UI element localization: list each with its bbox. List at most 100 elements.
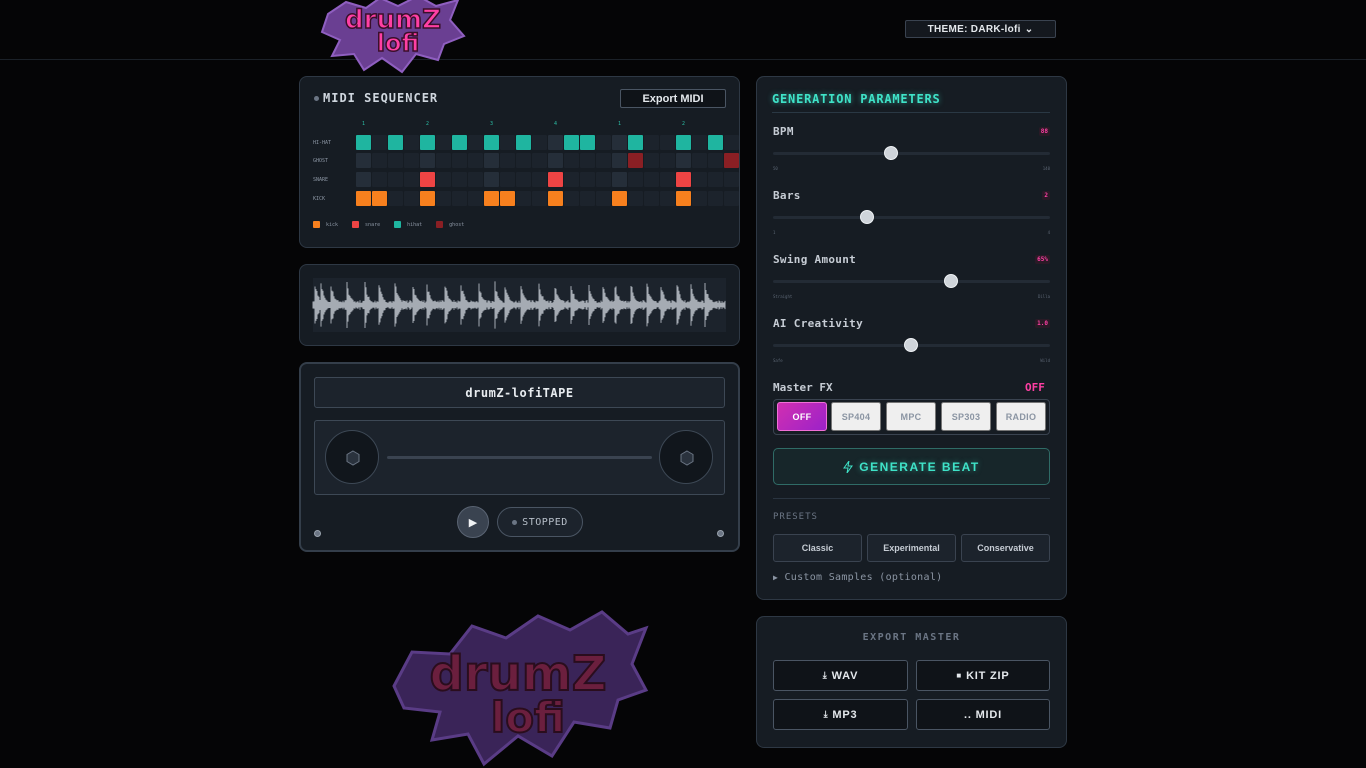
step-cell[interactable] [612, 153, 627, 168]
play-button[interactable]: ▶ [457, 506, 489, 538]
step-cell[interactable] [564, 172, 579, 187]
step-cell[interactable] [500, 191, 515, 206]
step-cell[interactable] [436, 172, 451, 187]
step-cell[interactable] [484, 135, 499, 150]
step-cell[interactable] [356, 153, 371, 168]
step-cell[interactable] [516, 135, 531, 150]
creativity-slider-thumb[interactable] [904, 338, 918, 352]
step-cell[interactable] [356, 172, 371, 187]
step-cell[interactable] [660, 191, 675, 206]
step-cell[interactable] [388, 172, 403, 187]
step-cell[interactable] [548, 191, 563, 206]
step-cell[interactable] [420, 135, 435, 150]
step-cell[interactable] [468, 172, 483, 187]
step-cell[interactable] [660, 135, 675, 150]
step-cell[interactable] [612, 172, 627, 187]
step-cell[interactable] [484, 191, 499, 206]
step-cell[interactable] [596, 172, 611, 187]
step-cell[interactable] [612, 191, 627, 206]
step-cell[interactable] [516, 191, 531, 206]
step-cell[interactable] [468, 135, 483, 150]
step-cell[interactable] [676, 135, 691, 150]
step-cell[interactable] [452, 135, 467, 150]
step-cell[interactable] [516, 153, 531, 168]
step-cell[interactable] [580, 172, 595, 187]
step-cell[interactable] [644, 135, 659, 150]
swing-slider[interactable] [773, 280, 1050, 283]
export-midi-file-button[interactable]: .. MIDI [916, 699, 1050, 730]
fx-option-radio[interactable]: RADIO [996, 402, 1046, 431]
step-cell[interactable] [452, 191, 467, 206]
bpm-slider-thumb[interactable] [884, 146, 898, 160]
step-cell[interactable] [596, 191, 611, 206]
step-cell[interactable] [372, 135, 387, 150]
step-cell[interactable] [436, 153, 451, 168]
step-cell[interactable] [372, 153, 387, 168]
step-cell[interactable] [436, 191, 451, 206]
step-cell[interactable] [420, 191, 435, 206]
step-cell[interactable] [548, 172, 563, 187]
step-cell[interactable] [532, 172, 547, 187]
step-cell[interactable] [404, 153, 419, 168]
step-cell[interactable] [372, 191, 387, 206]
step-cell[interactable] [692, 135, 707, 150]
step-cell[interactable] [676, 153, 691, 168]
step-cell[interactable] [452, 172, 467, 187]
step-cell[interactable] [452, 153, 467, 168]
step-cell[interactable] [692, 191, 707, 206]
fx-option-sp303[interactable]: SP303 [941, 402, 991, 431]
theme-dropdown[interactable]: THEME: DARK-lofi ⌄ [905, 20, 1056, 38]
step-cell[interactable] [548, 135, 563, 150]
fx-option-mpc[interactable]: MPC [886, 402, 936, 431]
step-cell[interactable] [468, 153, 483, 168]
step-cell[interactable] [468, 191, 483, 206]
preset-experimental-button[interactable]: Experimental [867, 534, 956, 562]
step-cell[interactable] [628, 135, 643, 150]
step-cell[interactable] [484, 172, 499, 187]
step-cell[interactable] [500, 153, 515, 168]
step-cell[interactable] [596, 153, 611, 168]
step-cell[interactable] [724, 191, 739, 206]
step-cell[interactable] [676, 191, 691, 206]
swing-slider-thumb[interactable] [944, 274, 958, 288]
bars-slider[interactable] [773, 216, 1050, 219]
step-cell[interactable] [580, 153, 595, 168]
custom-samples-toggle[interactable]: ▶ Custom Samples (optional) [773, 572, 942, 583]
step-cell[interactable] [724, 153, 739, 168]
step-cell[interactable] [372, 172, 387, 187]
step-cell[interactable] [628, 172, 643, 187]
step-cell[interactable] [356, 135, 371, 150]
export-wav-button[interactable]: ⤓ WAV [773, 660, 908, 691]
export-midi-button[interactable]: Export MIDI [620, 89, 726, 108]
step-cell[interactable] [708, 191, 723, 206]
step-cell[interactable] [532, 135, 547, 150]
step-cell[interactable] [644, 172, 659, 187]
step-cell[interactable] [596, 135, 611, 150]
preset-conservative-button[interactable]: Conservative [961, 534, 1050, 562]
step-cell[interactable] [388, 153, 403, 168]
step-cell[interactable] [404, 191, 419, 206]
step-cell[interactable] [724, 135, 739, 150]
step-cell[interactable] [612, 135, 627, 150]
step-cell[interactable] [628, 191, 643, 206]
fx-option-sp404[interactable]: SP404 [831, 402, 881, 431]
step-cell[interactable] [692, 153, 707, 168]
step-cell[interactable] [356, 191, 371, 206]
step-cell[interactable] [564, 153, 579, 168]
step-cell[interactable] [628, 153, 643, 168]
preset-classic-button[interactable]: Classic [773, 534, 862, 562]
step-cell[interactable] [404, 172, 419, 187]
step-cell[interactable] [436, 135, 451, 150]
bars-slider-thumb[interactable] [860, 210, 874, 224]
generate-beat-button[interactable]: GENERATE BEAT [773, 448, 1050, 485]
fx-option-off[interactable]: OFF [777, 402, 827, 431]
waveform-display[interactable] [299, 264, 740, 346]
step-cell[interactable] [644, 191, 659, 206]
step-cell[interactable] [708, 172, 723, 187]
step-cell[interactable] [564, 191, 579, 206]
step-cell[interactable] [484, 153, 499, 168]
step-cell[interactable] [580, 135, 595, 150]
step-cell[interactable] [708, 153, 723, 168]
step-cell[interactable] [564, 135, 579, 150]
step-cell[interactable] [724, 172, 739, 187]
